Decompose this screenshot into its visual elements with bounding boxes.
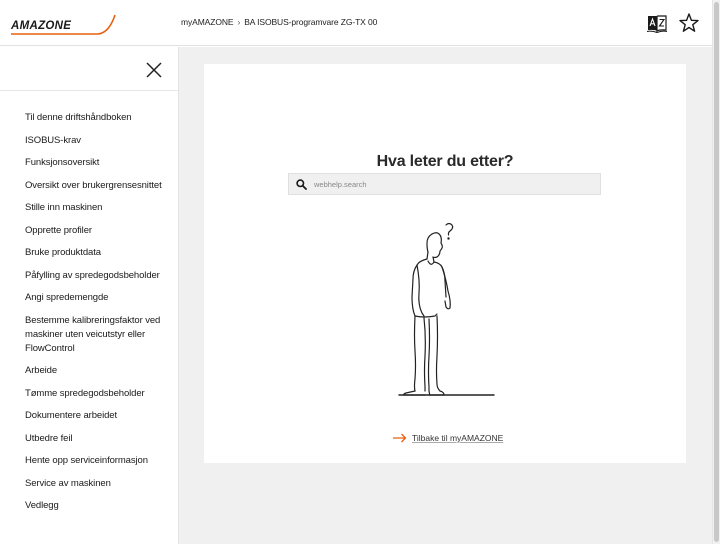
search-box[interactable] (288, 173, 601, 195)
sidebar-item-oversikt-brukergrensesnitt[interactable]: Oversikt over brukergrensesnittet (0, 179, 178, 193)
amazone-logo[interactable]: AMAZONE (10, 12, 118, 38)
close-icon[interactable] (145, 61, 163, 79)
breadcrumb-separator: › (237, 17, 241, 27)
search-icon (296, 179, 307, 190)
sidebar-item-dokumentere-arbeidet[interactable]: Dokumentere arbeidet (0, 409, 178, 423)
sidebar-item-arbeide[interactable]: Arbeide (0, 364, 178, 378)
top-header: AMAZONE myAMAZONE › BA ISOBUS-programvare … (0, 0, 712, 46)
sidebar-item-angi-spredemengde[interactable]: Angi spredemengde (0, 291, 178, 305)
back-link-label[interactable]: Tilbake til myAMAZONE (412, 433, 503, 443)
sidebar-item-tomme-beholder[interactable]: Tømme spredegodsbeholder (0, 387, 178, 401)
language-az-icon[interactable] (646, 12, 668, 34)
scrollbar-thumb[interactable] (714, 2, 719, 542)
person-looking-up-illustration (398, 222, 495, 396)
sidebar-item-pafylling[interactable]: Påfylling av spredegodsbeholder (0, 269, 178, 283)
page-title: Hva leter du etter? (376, 153, 514, 170)
sidebar-item-utbedre-feil[interactable]: Utbedre feil (0, 432, 178, 446)
sidebar-item-serviceinformasjon[interactable]: Hente opp serviceinformasjon (0, 454, 178, 468)
back-to-myamazone-link[interactable]: Tilbake til myAMAZONE (393, 431, 503, 445)
breadcrumb-item-myamazone[interactable]: myAMAZONE (181, 17, 234, 27)
sidebar-item-til-denne-driftshandboken[interactable]: Til denne driftshåndboken (0, 111, 178, 125)
sidebar-item-funksjonsoversikt[interactable]: Funksjonsoversikt (0, 156, 178, 170)
main-content: Hva leter du etter? webhelp.search Tilba… (179, 47, 712, 544)
sidebar-header (0, 47, 178, 91)
star-icon[interactable] (678, 12, 700, 34)
sidebar-item-bruke-produktdata[interactable]: Bruke produktdata (0, 246, 178, 260)
breadcrumb-item-current: BA ISOBUS-programvare ZG-TX 00 (244, 17, 378, 27)
sidebar-item-stille-inn-maskinen[interactable]: Stille inn maskinen (0, 201, 178, 215)
sidebar-item-isobus-krav[interactable]: ISOBUS-krav (0, 134, 178, 148)
sidebar-item-service-av-maskinen[interactable]: Service av maskinen (0, 477, 178, 491)
search-card: Hva leter du etter? webhelp.search Tilba… (204, 64, 686, 463)
page-scrollbar[interactable] (712, 0, 720, 544)
sidebar-item-vedlegg[interactable]: Vedlegg (0, 499, 178, 513)
arrow-right-icon (393, 433, 407, 443)
search-input[interactable] (314, 177, 594, 192)
sidebar-menu: Til denne driftshåndboken ISOBUS-krav Fu… (0, 91, 178, 513)
sidebar-nav: Til denne driftshåndboken ISOBUS-krav Fu… (0, 47, 179, 544)
brand-wordmark: AMAZONE (10, 20, 71, 32)
breadcrumb: myAMAZONE › BA ISOBUS-programvare ZG-TX 00 (181, 17, 377, 27)
sidebar-item-opprette-profiler[interactable]: Opprette profiler (0, 224, 178, 238)
sidebar-item-kalibreringsfaktor[interactable]: Bestemme kalibreringsfaktor ved maskiner… (0, 314, 178, 356)
